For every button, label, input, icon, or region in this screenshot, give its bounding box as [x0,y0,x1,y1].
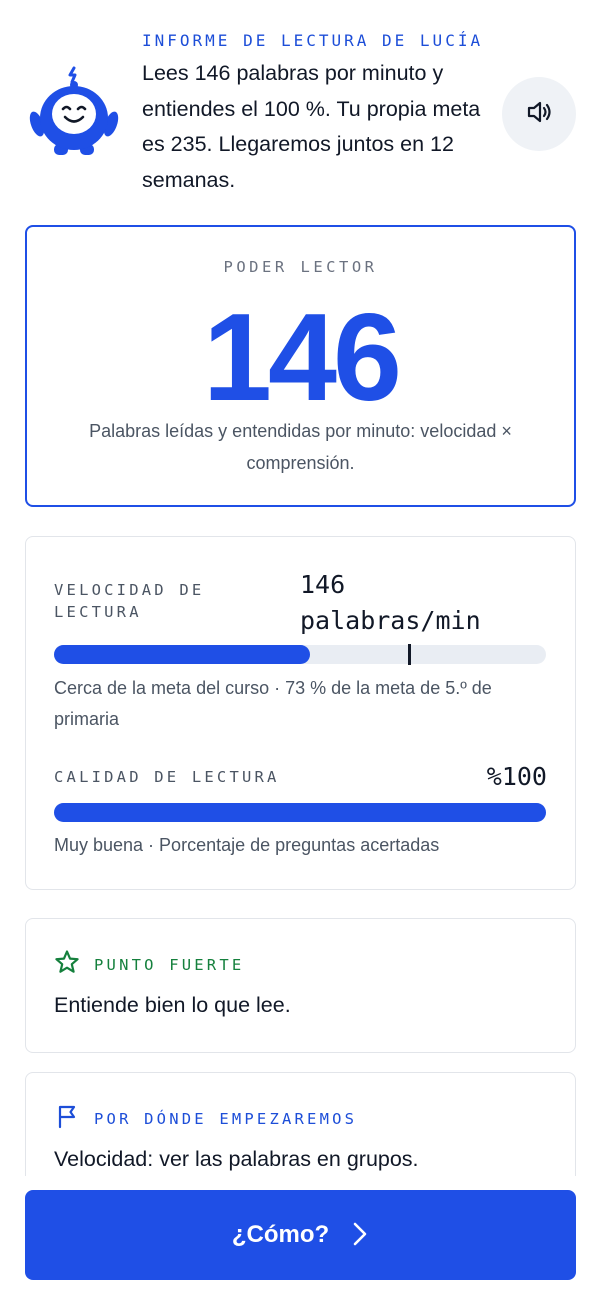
speed-note: Cerca de la meta del curso · 73 % de la … [54,678,492,729]
star-icon [54,949,80,980]
reading-power-label: PODER LECTOR [223,258,378,276]
starting-point-label: POR DÓNDE EMPEZAREMOS [94,1109,358,1128]
reading-power-card: PODER LECTOR 146 Palabras leídas y enten… [25,225,576,507]
course-goal-marker [408,644,412,665]
strength-card: PUNTO FUERTE Entiende bien lo que lee. [25,918,576,1053]
strength-label: PUNTO FUERTE [94,955,245,974]
speed-label: VELOCIDAD DE LECTURA [54,581,205,621]
read-aloud-button[interactable] [502,77,576,151]
report-header: INFORME DE LECTURA DE LUCÍA Lees 146 pal… [0,0,600,210]
flag-icon [54,1103,80,1134]
report-eyebrow: INFORME DE LECTURA DE LUCÍA [142,31,484,50]
speed-progress-bar [54,644,546,665]
how-button[interactable]: ¿Cómo? [25,1190,576,1280]
quality-progress-fill [54,803,546,822]
starting-point-header: POR DÓNDE EMPEZAREMOS [54,1103,357,1134]
quality-label: CALIDAD DE LECTURA [54,768,280,786]
reading-metrics-card: VELOCIDAD DE LECTURA 146 palabras/min Ce… [25,536,576,890]
robot-mascot-icon [28,62,120,158]
speaker-icon [525,98,553,131]
quality-value: %100 [486,762,547,791]
starting-point-text: Velocidad: ver las palabras en grupos. [54,1147,419,1171]
how-button-label: ¿Cómo? [231,1221,330,1248]
speed-value: 146 palabras/min [300,570,481,635]
report-message: Lees 146 palabras por minuto y entiendes… [142,61,481,192]
speed-progress-fill [54,645,310,664]
quality-note: Muy buena · Porcentaje de preguntas acer… [54,835,440,855]
strength-text: Entiende bien lo que lee. [54,993,291,1017]
reading-power-description: Palabras leídas y entendidas por minuto:… [89,421,512,473]
chevron-right-icon [351,1220,369,1251]
reading-power-value: 146 [203,289,402,427]
strength-header: PUNTO FUERTE [54,949,244,980]
quality-progress-bar [54,803,546,822]
